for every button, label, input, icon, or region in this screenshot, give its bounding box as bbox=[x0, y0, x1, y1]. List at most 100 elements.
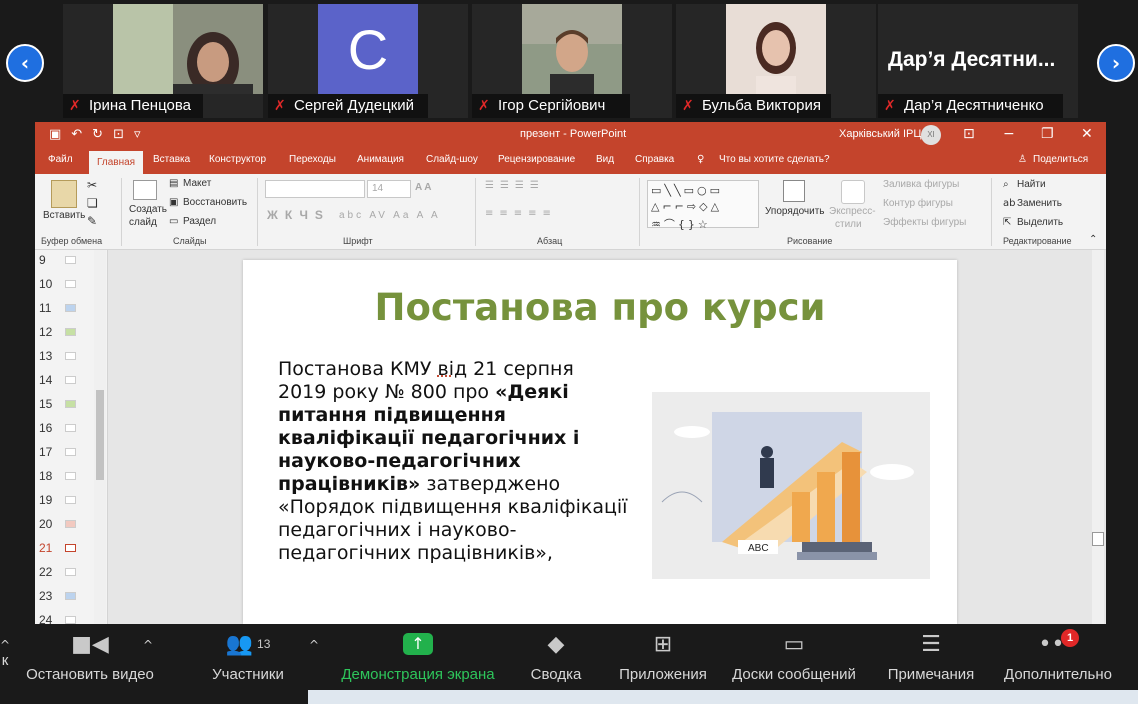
tab-design[interactable]: Конструктор bbox=[209, 154, 266, 165]
caret-up-icon[interactable]: ^ bbox=[309, 638, 319, 652]
reset-button[interactable]: Восстановить bbox=[183, 197, 247, 208]
account-avatar[interactable]: XI bbox=[921, 125, 941, 145]
minimize-icon[interactable]: − bbox=[1003, 126, 1015, 142]
caret-up-icon[interactable]: ^ bbox=[0, 638, 10, 652]
find-button[interactable]: Найти bbox=[1017, 179, 1046, 190]
collapse-ribbon-icon[interactable]: ⌃ bbox=[1089, 234, 1097, 245]
font-size-field[interactable]: 14 bbox=[367, 180, 411, 198]
previous-page-button[interactable]: ‹ bbox=[6, 44, 44, 82]
close-icon[interactable]: ✕ bbox=[1081, 126, 1093, 142]
align-icons[interactable]: ≡≡≡≡≡ bbox=[485, 208, 557, 219]
divider bbox=[121, 178, 122, 246]
quick-access-icons[interactable]: ▣↶↻⊡▿ bbox=[49, 127, 151, 142]
apps-button[interactable]: ⊞ Приложения bbox=[616, 624, 710, 684]
thumbnail[interactable]: 9 bbox=[35, 250, 95, 274]
shape-outline-button[interactable]: Контур фигуры bbox=[883, 198, 953, 209]
share-button[interactable]: Поделиться bbox=[1033, 154, 1088, 165]
whiteboards-button[interactable]: ▭ Доски сообщений bbox=[728, 624, 860, 684]
arrange-icon[interactable] bbox=[783, 180, 805, 202]
copy-icon[interactable]: ❏ bbox=[87, 196, 98, 210]
tab-review[interactable]: Рецензирование bbox=[498, 154, 575, 165]
stop-video-button[interactable]: ■◀ Остановить видео bbox=[24, 624, 156, 684]
scrollbar-thumb[interactable] bbox=[1092, 532, 1104, 546]
participant-tile[interactable]: ✗ Ігор Сергійович bbox=[472, 4, 672, 118]
shape-effects-button[interactable]: Эффекты фигуры bbox=[883, 217, 966, 228]
tab-view[interactable]: Вид bbox=[596, 154, 614, 165]
format-painter-icon[interactable]: ✎ bbox=[87, 214, 97, 228]
new-slide-icon[interactable] bbox=[133, 180, 157, 200]
tab-slideshow[interactable]: Слайд-шоу bbox=[426, 154, 478, 165]
select-button[interactable]: Выделить bbox=[1017, 217, 1063, 228]
notes-icon: ☰ bbox=[921, 631, 941, 657]
scrollbar-thumb[interactable] bbox=[96, 390, 104, 480]
slide-illustration[interactable]: ABC bbox=[652, 392, 930, 579]
cut-icon[interactable]: ✂ bbox=[87, 178, 97, 192]
layout-button[interactable]: Макет bbox=[183, 178, 211, 189]
next-page-button[interactable]: › bbox=[1097, 44, 1135, 82]
share-screen-button[interactable]: ↑ Демонстрация экрана bbox=[338, 624, 498, 683]
ribbon-display-icon[interactable]: ⊡ bbox=[963, 126, 975, 142]
tab-insert[interactable]: Вставка bbox=[153, 154, 190, 165]
participant-name: ✗ Ірина Пенцова bbox=[63, 94, 203, 118]
account-name[interactable]: Харківський ІРЦ bbox=[839, 128, 921, 140]
paste-button[interactable]: Вставить bbox=[43, 210, 85, 221]
tab-file[interactable]: Файл bbox=[48, 154, 73, 165]
thumbnail[interactable]: 18 bbox=[35, 466, 95, 490]
tab-home[interactable]: Главная bbox=[89, 151, 144, 176]
ribbon-tabs: Файл Главная Вставка Конструктор Переход… bbox=[35, 148, 1106, 176]
thumbnail-active[interactable]: 21 bbox=[35, 538, 95, 562]
restore-icon[interactable]: ❐ bbox=[1041, 126, 1054, 142]
thumbnail[interactable]: 14 bbox=[35, 370, 95, 394]
slide-scrollbar[interactable] bbox=[1092, 250, 1104, 624]
quick-styles-icon[interactable] bbox=[841, 180, 865, 204]
thumbnail[interactable]: 19 bbox=[35, 490, 95, 514]
thumbnail[interactable]: 12 bbox=[35, 322, 95, 346]
shape-fill-button[interactable]: Заливка фигуры bbox=[883, 179, 959, 190]
font-format-icons[interactable]: ЖКЧS bbox=[267, 208, 330, 222]
participant-tile[interactable]: С ✗ Сергей Дудецкий bbox=[268, 4, 468, 118]
tab-transitions[interactable]: Переходы bbox=[289, 154, 336, 165]
taskbar-strip bbox=[0, 690, 1138, 704]
arrange-button[interactable]: Упорядочить bbox=[765, 206, 825, 217]
slide-canvas[interactable]: Постанова про курси Постанова КМУ від 21… bbox=[243, 260, 957, 624]
slide-title[interactable]: Постанова про курси bbox=[243, 286, 957, 329]
slide-body-text[interactable]: Постанова КМУ від 21 серпня 2019 року № … bbox=[278, 358, 628, 565]
thumbnail[interactable]: 17 bbox=[35, 442, 95, 466]
thumbnail[interactable]: 20 bbox=[35, 514, 95, 538]
thumbnail[interactable]: 13 bbox=[35, 346, 95, 370]
caret-up-icon[interactable]: ^ bbox=[143, 638, 153, 652]
thumbnails-scrollbar[interactable] bbox=[94, 250, 106, 624]
thumbnail[interactable]: 23 bbox=[35, 586, 95, 610]
summary-button[interactable]: ◆ Сводка bbox=[528, 624, 584, 684]
font-name-field[interactable] bbox=[265, 180, 365, 198]
tab-animations[interactable]: Анимация bbox=[357, 154, 404, 165]
thumbnail[interactable]: 22 bbox=[35, 562, 95, 586]
bullets-icons[interactable]: ☰☰☰☰ bbox=[485, 180, 545, 191]
group-editing: Редактирование bbox=[1003, 236, 1072, 246]
participants-count: 13 bbox=[257, 637, 271, 651]
muted-mic-icon: ✗ bbox=[884, 98, 896, 114]
thumbnail[interactable]: 10 bbox=[35, 274, 95, 298]
muted-mic-icon: ✗ bbox=[69, 98, 81, 114]
participant-tile[interactable]: ✗ Бульба Виктория bbox=[676, 4, 876, 118]
notes-button[interactable]: ☰ Примечания bbox=[884, 624, 978, 684]
participant-tile[interactable]: ✗ Ірина Пенцова bbox=[63, 4, 263, 118]
thumbnail[interactable]: 11 bbox=[35, 298, 95, 322]
participant-tile[interactable]: Дар’я Десятни... ✗ Дар’я Десятниченко bbox=[878, 4, 1078, 118]
replace-button[interactable]: Заменить bbox=[1017, 198, 1062, 209]
font-extra-icons[interactable]: abc AV Aa A A bbox=[339, 210, 441, 221]
thumbnail[interactable]: 16 bbox=[35, 418, 95, 442]
font-grow-icon[interactable]: A A bbox=[415, 182, 431, 193]
paste-icon[interactable] bbox=[51, 180, 77, 208]
muted-mic-icon: ✗ bbox=[274, 98, 286, 114]
tab-help[interactable]: Справка bbox=[635, 154, 674, 165]
quick-styles-button[interactable]: Экспресс- bbox=[829, 206, 876, 217]
more-button[interactable]: ••• Дополнительно bbox=[1000, 624, 1116, 684]
quick-styles-label[interactable]: стили bbox=[835, 219, 862, 230]
new-slide-button[interactable]: Создать bbox=[129, 204, 167, 215]
thumbnail[interactable]: 15 bbox=[35, 394, 95, 418]
new-slide-label[interactable]: слайд bbox=[129, 217, 157, 228]
section-button[interactable]: Раздел bbox=[183, 216, 216, 227]
tell-me-box[interactable]: Что вы хотите сделать? bbox=[719, 154, 830, 165]
participants-button[interactable]: 👥 13 Участники bbox=[206, 624, 290, 684]
